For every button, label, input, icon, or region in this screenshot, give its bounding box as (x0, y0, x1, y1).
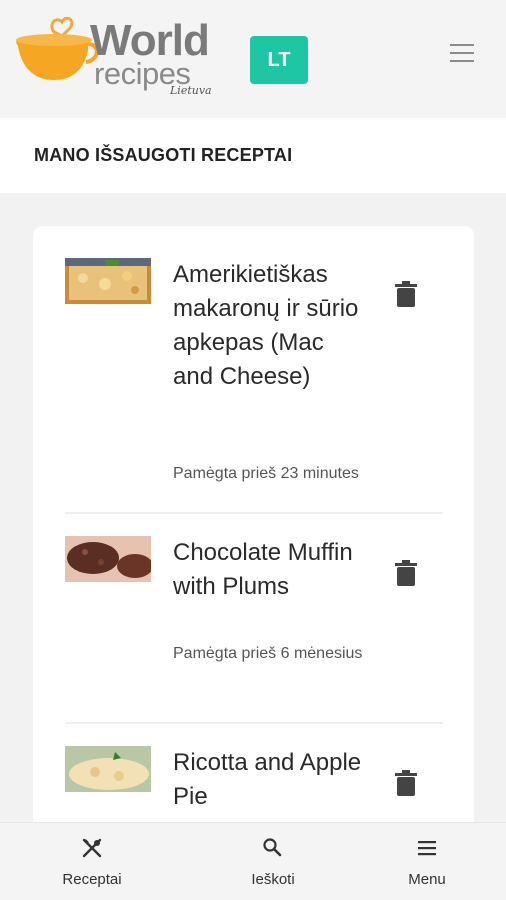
hamburger-icon[interactable] (450, 42, 476, 64)
recipe-title[interactable]: Chocolate Muffin with Plums (173, 536, 363, 604)
nav-label: Ieškoti (251, 871, 295, 888)
recipe-saved-time: Pamėgta prieš 23 minutes (173, 465, 359, 482)
recipe-saved-time: Pamėgta prieš 6 mėnesius (173, 645, 363, 662)
header: World recipes Lietuva LT (0, 0, 506, 118)
menu-icon (418, 841, 436, 856)
divider (65, 722, 443, 724)
list-item[interactable]: Amerikietiškas makaronų ir sūrio apkepas… (65, 258, 443, 518)
saved-recipes-card: Amerikietiškas makaronų ir sūrio apkepas… (33, 226, 474, 866)
nav-item-receptai[interactable]: Receptai (32, 823, 152, 900)
logo[interactable]: World recipes Lietuva (14, 10, 224, 102)
page-title: MANO IŠSAUGOTI RECEPTAI (34, 145, 293, 165)
divider (65, 512, 443, 514)
nav-item-ieskoti[interactable]: Ieškoti (213, 823, 333, 900)
recipe-title[interactable]: Amerikietiškas makaronų ir sūrio apkepas… (173, 258, 363, 394)
recipe-title[interactable]: Ricotta and Apple Pie (173, 746, 363, 814)
language-badge[interactable]: LT (250, 36, 308, 84)
recipe-thumbnail[interactable] (65, 258, 151, 304)
bottom-nav: Receptai Ieškoti Menu (0, 822, 506, 900)
trash-icon[interactable] (395, 560, 417, 586)
title-bar: MANO IŠSAUGOTI RECEPTAI (0, 118, 506, 193)
logo-country: Lietuva (170, 84, 212, 97)
app: World recipes Lietuva LT MANO IŠSAUGOTI … (0, 0, 506, 900)
nav-label: Menu (408, 871, 446, 888)
nav-label: Receptai (62, 871, 122, 888)
fork-knife-icon (82, 838, 102, 858)
trash-icon[interactable] (395, 281, 417, 307)
trash-icon[interactable] (395, 770, 417, 796)
recipe-thumbnail[interactable] (65, 536, 151, 582)
nav-item-menu[interactable]: Menu (367, 823, 487, 900)
list-item[interactable]: Chocolate Muffin with Plums Pamėgta prie… (65, 536, 443, 716)
recipe-thumbnail[interactable] (65, 746, 151, 792)
search-icon (263, 838, 282, 857)
